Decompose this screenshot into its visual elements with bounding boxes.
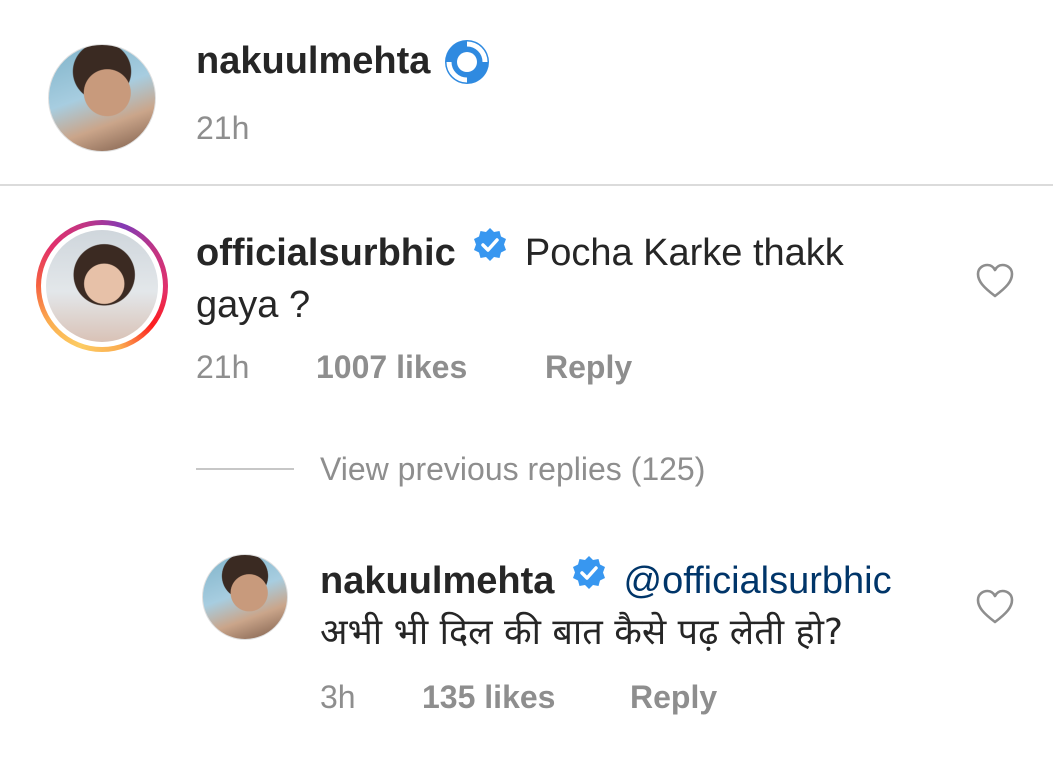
reply-author-avatar[interactable] xyxy=(202,554,288,640)
commenter-avatar-ring[interactable] xyxy=(36,220,168,352)
view-previous-replies-button[interactable]: View previous replies (125) xyxy=(320,451,705,488)
commenter-avatar xyxy=(46,230,158,342)
post-author-username[interactable]: nakuulmehta xyxy=(196,40,430,82)
like-reply-heart-icon[interactable] xyxy=(975,588,1015,631)
post-author-row: nakuulmehta xyxy=(196,40,491,90)
verified-badge-icon xyxy=(472,226,508,276)
reply-mention-link[interactable]: @officialsurbhic xyxy=(624,560,892,602)
comment-text-line2: gaya ? xyxy=(196,283,311,326)
reply-time: 3h xyxy=(320,679,356,715)
commenter-username[interactable]: officialsurbhic xyxy=(196,232,456,274)
divider xyxy=(0,184,1053,186)
verified-badge-icon xyxy=(443,38,491,91)
reply-reply-button[interactable]: Reply xyxy=(630,679,717,716)
like-comment-heart-icon[interactable] xyxy=(975,262,1015,305)
post-time: 21h xyxy=(196,110,250,146)
comment-text-line1: Pocha Karke thakk xyxy=(524,232,844,274)
replies-divider-line xyxy=(196,468,294,470)
post-author-avatar[interactable] xyxy=(48,44,156,152)
reply-text: अभी भी दिल की बात कैसे पढ़ लेती हो? xyxy=(320,611,844,653)
comment-reply-button[interactable]: Reply xyxy=(545,349,632,386)
reply-body: nakuulmehta @officialsurbhic अभी भी दिल … xyxy=(320,554,970,658)
comment-body: officialsurbhic Pocha Karke thakk gaya ? xyxy=(196,226,956,330)
comment-time: 21h xyxy=(196,349,250,385)
comment-likes[interactable]: 1007 likes xyxy=(316,349,467,386)
verified-badge-icon xyxy=(571,554,607,604)
reply-author-username[interactable]: nakuulmehta xyxy=(320,560,554,602)
reply-likes[interactable]: 135 likes xyxy=(422,679,555,716)
